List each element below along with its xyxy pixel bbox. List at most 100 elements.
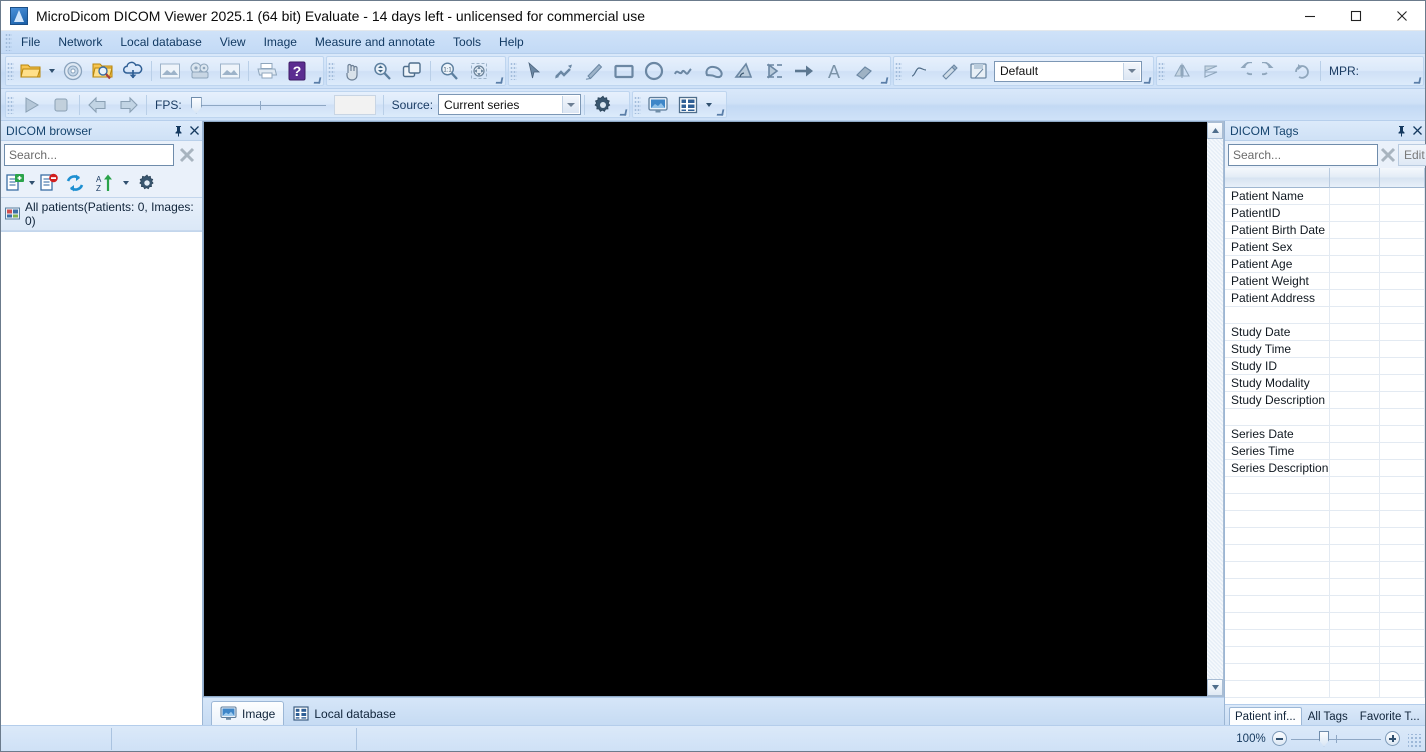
toolbar-grip[interactable]	[328, 62, 335, 80]
table-row[interactable]: Series Date	[1225, 426, 1425, 443]
stop-icon[interactable]	[46, 91, 76, 119]
toolbar-grip[interactable]	[895, 62, 902, 80]
ellipse-icon[interactable]	[639, 57, 669, 85]
pin-icon[interactable]	[1393, 123, 1409, 139]
remove-patient-icon[interactable]	[38, 169, 60, 197]
table-row[interactable]: Patient Name	[1225, 188, 1425, 205]
print-icon[interactable]	[252, 57, 282, 85]
table-row[interactable]	[1225, 664, 1425, 681]
table-row[interactable]	[1225, 494, 1425, 511]
eraser-icon[interactable]	[849, 57, 879, 85]
copy-window-icon[interactable]	[397, 57, 427, 85]
toolbar-overflow-file[interactable]	[312, 57, 322, 85]
clear-search-icon[interactable]	[1379, 144, 1397, 166]
tab-all-tags[interactable]: All Tags	[1302, 707, 1354, 725]
pan-hand-icon[interactable]	[337, 57, 367, 85]
curve-icon[interactable]	[904, 57, 934, 85]
edit-tags-button[interactable]: Edit	[1398, 144, 1426, 166]
highlighter-icon[interactable]	[934, 57, 964, 85]
polyline-icon[interactable]	[669, 57, 699, 85]
table-row[interactable]	[1225, 528, 1425, 545]
table-row[interactable]: Series Time	[1225, 443, 1425, 460]
search-input[interactable]	[4, 144, 174, 166]
fit-to-window-icon[interactable]	[464, 57, 494, 85]
flip-vertical-icon[interactable]	[1197, 57, 1227, 85]
table-row[interactable]: Study Date	[1225, 324, 1425, 341]
table-row[interactable]: Patient Sex	[1225, 239, 1425, 256]
rotate-left-icon[interactable]	[1227, 57, 1257, 85]
toolbar-overflow-playback[interactable]	[618, 92, 628, 117]
table-row[interactable]: Patient Address	[1225, 290, 1425, 307]
menu-file[interactable]: File	[12, 32, 49, 52]
fps-slider[interactable]	[190, 94, 326, 116]
table-row[interactable]: Patient Weight	[1225, 273, 1425, 290]
table-row[interactable]	[1225, 545, 1425, 562]
add-patient-dropdown[interactable]	[26, 169, 38, 197]
open-folder-icon[interactable]	[16, 57, 46, 85]
all-patients-node[interactable]: All patients(Patients: 0, Images: 0)	[1, 198, 202, 231]
zoom-out-icon[interactable]	[1272, 731, 1287, 746]
sort-dropdown[interactable]	[120, 169, 132, 197]
export-image2-icon[interactable]	[215, 57, 245, 85]
gear-icon[interactable]	[588, 91, 618, 119]
image-viewport[interactable]	[203, 121, 1207, 697]
tags-col-value[interactable]	[1380, 168, 1425, 188]
table-row[interactable]	[1225, 409, 1425, 426]
table-row[interactable]	[1225, 562, 1425, 579]
toolbar-overflow-navigate[interactable]	[494, 57, 504, 85]
tags-col-name[interactable]	[1225, 168, 1330, 188]
fps-value-field[interactable]	[333, 94, 376, 115]
table-row[interactable]	[1225, 681, 1425, 698]
scroll-up-icon[interactable]	[1207, 122, 1223, 139]
table-row[interactable]: Study Description	[1225, 392, 1425, 409]
menu-local-database[interactable]: Local database	[111, 32, 210, 52]
close-button[interactable]	[1379, 1, 1425, 31]
zoom-in-icon[interactable]	[1385, 731, 1400, 746]
table-row[interactable]: Study ID	[1225, 358, 1425, 375]
search-folder-icon[interactable]	[88, 57, 118, 85]
flip-horizontal-icon[interactable]	[1167, 57, 1197, 85]
source-combo[interactable]: Current series	[438, 94, 582, 115]
open-folder-dropdown[interactable]	[46, 57, 58, 85]
table-row[interactable]: PatientID	[1225, 205, 1425, 222]
close-icon[interactable]	[1409, 123, 1425, 139]
menu-network[interactable]: Network	[49, 32, 111, 52]
toolbar-overflow-annotate[interactable]	[879, 57, 889, 85]
zoom-one-to-one-icon[interactable]: 1:1	[434, 57, 464, 85]
maximize-button[interactable]	[1333, 1, 1379, 31]
rotate-right-icon[interactable]	[1257, 57, 1287, 85]
chevron-down-icon[interactable]	[562, 96, 580, 113]
pointer-icon[interactable]	[519, 57, 549, 85]
chevron-down-icon[interactable]	[1123, 62, 1140, 80]
table-row[interactable]	[1225, 630, 1425, 647]
table-row[interactable]: Study Time	[1225, 341, 1425, 358]
toolbar-overflow-transform[interactable]	[1412, 57, 1422, 85]
layout-dropdown[interactable]	[703, 91, 715, 119]
measure-length-icon[interactable]	[549, 57, 579, 85]
tab-patient-info[interactable]: Patient inf...	[1229, 707, 1302, 725]
clear-search-icon[interactable]	[176, 144, 198, 166]
resize-grip[interactable]	[1408, 734, 1422, 748]
zoom-icon[interactable]	[367, 57, 397, 85]
tab-image[interactable]: Image	[211, 701, 285, 725]
zoom-slider-thumb[interactable]	[1319, 730, 1329, 747]
table-row[interactable]	[1225, 579, 1425, 596]
export-image-icon[interactable]	[155, 57, 185, 85]
add-patient-icon[interactable]	[4, 169, 26, 197]
toolbar-grip[interactable]	[7, 95, 14, 114]
table-row[interactable]	[1225, 647, 1425, 664]
save-preset-icon[interactable]	[964, 57, 994, 85]
next-icon[interactable]	[113, 91, 143, 119]
settings-gear-icon[interactable]	[132, 169, 162, 197]
toolbar-grip[interactable]	[7, 62, 14, 80]
table-row[interactable]: Patient Birth Date	[1225, 222, 1425, 239]
cobb-angle-icon[interactable]	[759, 57, 789, 85]
table-row[interactable]: Patient Age	[1225, 256, 1425, 273]
menu-view[interactable]: View	[211, 32, 255, 52]
text-icon[interactable]: A	[819, 57, 849, 85]
angle-icon[interactable]	[729, 57, 759, 85]
table-row[interactable]	[1225, 477, 1425, 494]
table-row[interactable]	[1225, 307, 1425, 324]
open-cd-icon[interactable]	[58, 57, 88, 85]
close-icon[interactable]	[186, 123, 202, 139]
